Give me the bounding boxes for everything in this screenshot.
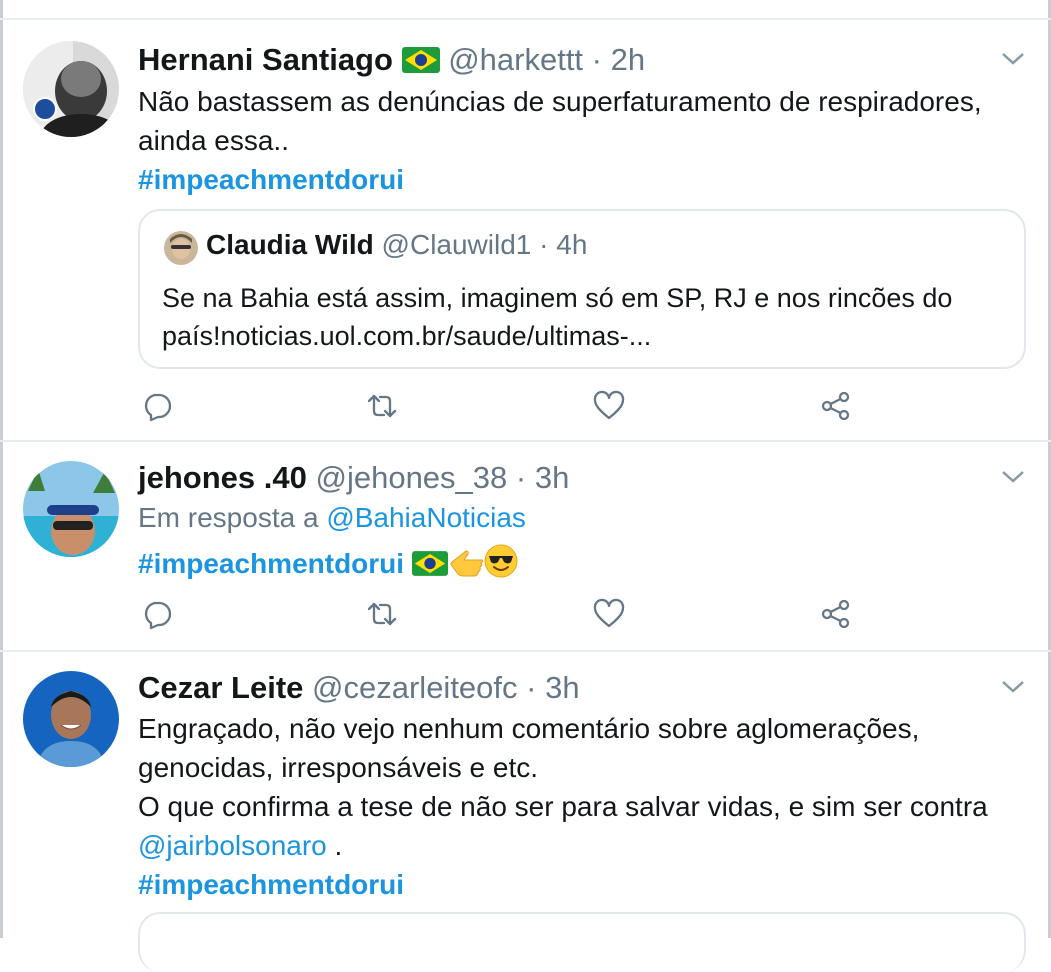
author-handle[interactable]: @cezarleiteofc	[312, 670, 518, 705]
tweet-text-line: genocidas, irresponsáveis e etc.	[138, 752, 538, 783]
brazil-flag-icon	[401, 45, 440, 81]
tweet-hernani-santiago[interactable]: Hernani Santiago @harkettt · 2h Não bast…	[3, 20, 1048, 440]
quoted-tweet[interactable]	[138, 912, 1026, 972]
share-icon[interactable]	[820, 598, 852, 630]
reply-context: Em resposta a @BahiaNoticias	[138, 502, 526, 534]
tweet-text-line: Não bastassem as denúncias de superfatur…	[138, 86, 982, 117]
chevron-down-icon[interactable]	[1000, 679, 1026, 695]
smiling-face-with-sunglasses-icon	[484, 544, 518, 588]
quote-header: Claudia Wild @Clauwild1 · 4h	[206, 229, 587, 261]
share-icon[interactable]	[820, 390, 852, 422]
author-name[interactable]: Hernani Santiago	[138, 42, 393, 77]
quote-avatar	[164, 231, 198, 265]
quote-author-name: Claudia Wild	[206, 229, 374, 260]
quote-timestamp: 4h	[556, 229, 588, 260]
like-heart-icon[interactable]	[593, 598, 625, 630]
quote-text: Se na Bahia está assim, imaginem só em S…	[162, 279, 1012, 355]
tweet-actions	[138, 598, 898, 630]
timestamp[interactable]: 3h	[545, 670, 579, 705]
tweet-text: #impeachmentdorui	[138, 544, 1028, 588]
separator: ·	[591, 42, 602, 77]
reply-prefix: Em resposta a	[138, 502, 319, 533]
mention-link[interactable]: @jairbolsonaro	[138, 830, 327, 861]
reply-to-mention[interactable]: @BahiaNoticias	[326, 502, 526, 533]
timestamp[interactable]: 3h	[535, 460, 569, 495]
retweet-icon[interactable]	[366, 390, 398, 422]
tweet-header: Cezar Leite @cezarleiteofc · 3h	[138, 670, 580, 706]
tweet-header: jehones .40 @jehones_38 · 3h	[138, 460, 569, 496]
separator: ·	[539, 229, 549, 260]
avatar[interactable]	[23, 671, 119, 767]
tweet-jehones[interactable]: jehones .40 @jehones_38 · 3h Em resposta…	[3, 442, 1048, 648]
tweet-text-line: Engraçado, não vejo nenhum comentário so…	[138, 713, 920, 744]
chevron-down-icon[interactable]	[1000, 51, 1026, 67]
author-name[interactable]: Cezar Leite	[138, 670, 303, 705]
like-heart-icon[interactable]	[593, 390, 625, 422]
reply-icon[interactable]	[141, 390, 173, 422]
tweet-text: Não bastassem as denúncias de superfatur…	[138, 82, 1028, 199]
chevron-down-icon[interactable]	[1000, 469, 1026, 485]
retweet-icon[interactable]	[366, 598, 398, 630]
quoted-tweet[interactable]: Claudia Wild @Clauwild1 · 4h Se na Bahia…	[138, 209, 1026, 369]
separator: ·	[515, 460, 527, 495]
tweet-actions	[138, 390, 898, 422]
tweet-text-line: @jairbolsonaro .	[138, 826, 1028, 865]
backhand-index-pointing-left-icon	[448, 548, 484, 588]
team-badge-icon	[33, 97, 57, 121]
tweet-cezar-leite[interactable]: Cezar Leite @cezarleiteofc · 3h Engraçad…	[3, 652, 1048, 972]
author-name[interactable]: jehones .40	[138, 460, 307, 495]
hashtag-link[interactable]: #impeachmentdorui	[138, 160, 1028, 199]
brazil-flag-icon	[411, 547, 448, 586]
reply-icon[interactable]	[141, 598, 173, 630]
avatar[interactable]	[23, 461, 119, 557]
author-handle[interactable]: @harkettt	[448, 42, 583, 77]
quote-author-handle: @Clauwild1	[381, 229, 532, 260]
mention-suffix: .	[326, 830, 343, 861]
hashtag-link[interactable]: #impeachmentdorui	[138, 548, 404, 579]
author-handle[interactable]: @jehones_38	[315, 460, 507, 495]
quote-text-line: Se na Bahia está assim, imaginem só em S…	[162, 283, 953, 313]
avatar[interactable]	[23, 41, 119, 137]
separator: ·	[526, 670, 537, 705]
tweet-text: Engraçado, não vejo nenhum comentário so…	[138, 709, 1028, 904]
tweet-text-line: ainda essa..	[138, 125, 289, 156]
quote-text-line: país!noticias.uol.com.br/saude/ultimas-.…	[162, 321, 652, 351]
tweet-text-line: O que confirma a tese de não ser para sa…	[138, 791, 988, 822]
timestamp[interactable]: 2h	[611, 42, 645, 77]
hashtag-link[interactable]: #impeachmentdorui	[138, 865, 1028, 904]
tweet-header: Hernani Santiago @harkettt · 2h	[138, 42, 645, 81]
